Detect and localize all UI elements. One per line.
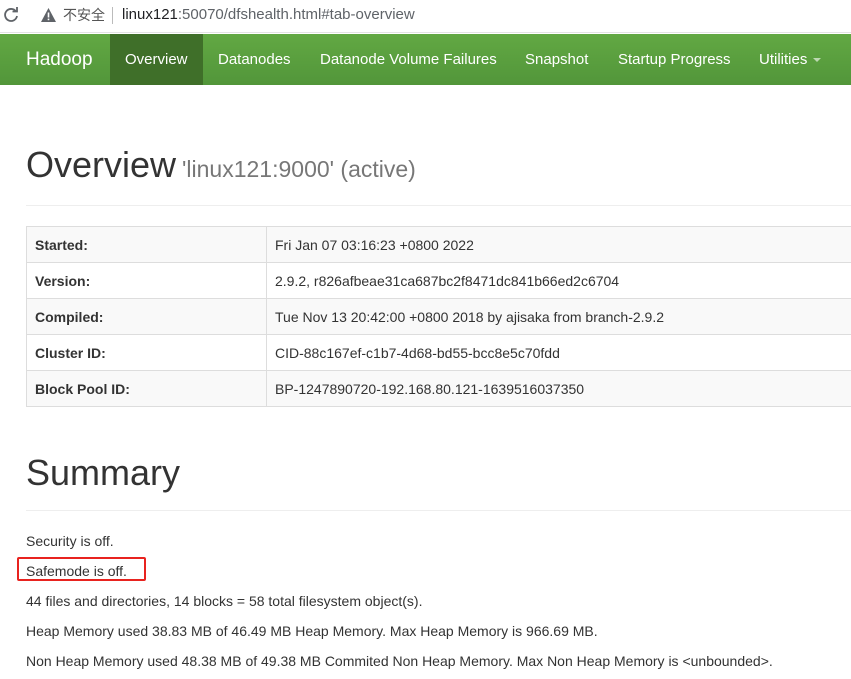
nav-datanodes[interactable]: Datanodes [203, 34, 306, 85]
overview-table: Started: Fri Jan 07 03:16:23 +0800 2022 … [26, 226, 851, 407]
namenode-subtitle: 'linux121:9000' (active) [182, 156, 416, 182]
filesystem-objects-text: 44 files and directories, 14 blocks = 58… [26, 593, 423, 609]
page-title: Overview'linux121:9000' (active) [26, 143, 416, 191]
overview-title: Overview [26, 144, 177, 185]
row-value: 2.9.2, r826afbeae31ca687bc2f8471dc841b66… [266, 262, 851, 299]
row-label: Version: [26, 262, 267, 299]
divider [26, 510, 851, 511]
summary-title: Summary [26, 452, 181, 493]
row-label: Started: [26, 226, 267, 263]
table-row: Version: 2.9.2, r826afbeae31ca687bc2f847… [26, 262, 851, 299]
non-heap-memory-text: Non Heap Memory used 48.38 MB of 49.38 M… [26, 653, 773, 669]
nav-utilities-dropdown[interactable]: Utilities [744, 34, 836, 85]
nav-startup-progress[interactable]: Startup Progress [603, 34, 746, 85]
divider [26, 205, 851, 206]
warning-icon[interactable] [40, 7, 57, 23]
navbar: Hadoop Overview Datanodes Datanode Volum… [0, 34, 851, 85]
row-value: Tue Nov 13 20:42:00 +0800 2018 by ajisak… [266, 298, 851, 335]
nav-datanode-volume-failures[interactable]: Datanode Volume Failures [305, 34, 512, 85]
safemode-status-text: Safemode is off. [26, 563, 127, 579]
row-label: Compiled: [26, 298, 267, 335]
address-bar: 不安全 linux121:50070/dfshealth.html#tab-ov… [0, 0, 851, 33]
table-row: Cluster ID: CID-88c167ef-c1b7-4d68-bd55-… [26, 334, 851, 371]
reload-icon[interactable] [2, 6, 20, 24]
nav-overview[interactable]: Overview [110, 34, 203, 85]
heap-memory-text: Heap Memory used 38.83 MB of 46.49 MB He… [26, 623, 598, 639]
row-label: Cluster ID: [26, 334, 267, 371]
nav-snapshot[interactable]: Snapshot [510, 34, 603, 85]
row-value: BP-1247890720-192.168.80.121-16395160373… [266, 370, 851, 407]
caret-down-icon [813, 58, 822, 63]
security-status[interactable]: 不安全 [63, 7, 105, 23]
table-row: Block Pool ID: BP-1247890720-192.168.80.… [26, 370, 851, 407]
table-row: Started: Fri Jan 07 03:16:23 +0800 2022 [26, 226, 851, 263]
url-path: :50070/dfshealth.html#tab-overview [177, 6, 415, 23]
url-field[interactable]: linux121:50070/dfshealth.html#tab-overvi… [122, 6, 415, 24]
nav-utilities-label: Utilities [759, 51, 808, 68]
row-value: CID-88c167ef-c1b7-4d68-bd55-bcc8e5c70fdd [266, 334, 851, 371]
url-host: linux121 [122, 6, 178, 23]
address-divider [112, 7, 113, 24]
security-status-text: Security is off. [26, 533, 114, 549]
row-value: Fri Jan 07 03:16:23 +0800 2022 [266, 226, 851, 263]
brand-logo[interactable]: Hadoop [26, 34, 93, 85]
table-row: Compiled: Tue Nov 13 20:42:00 +0800 2018… [26, 298, 851, 335]
row-label: Block Pool ID: [26, 370, 267, 407]
